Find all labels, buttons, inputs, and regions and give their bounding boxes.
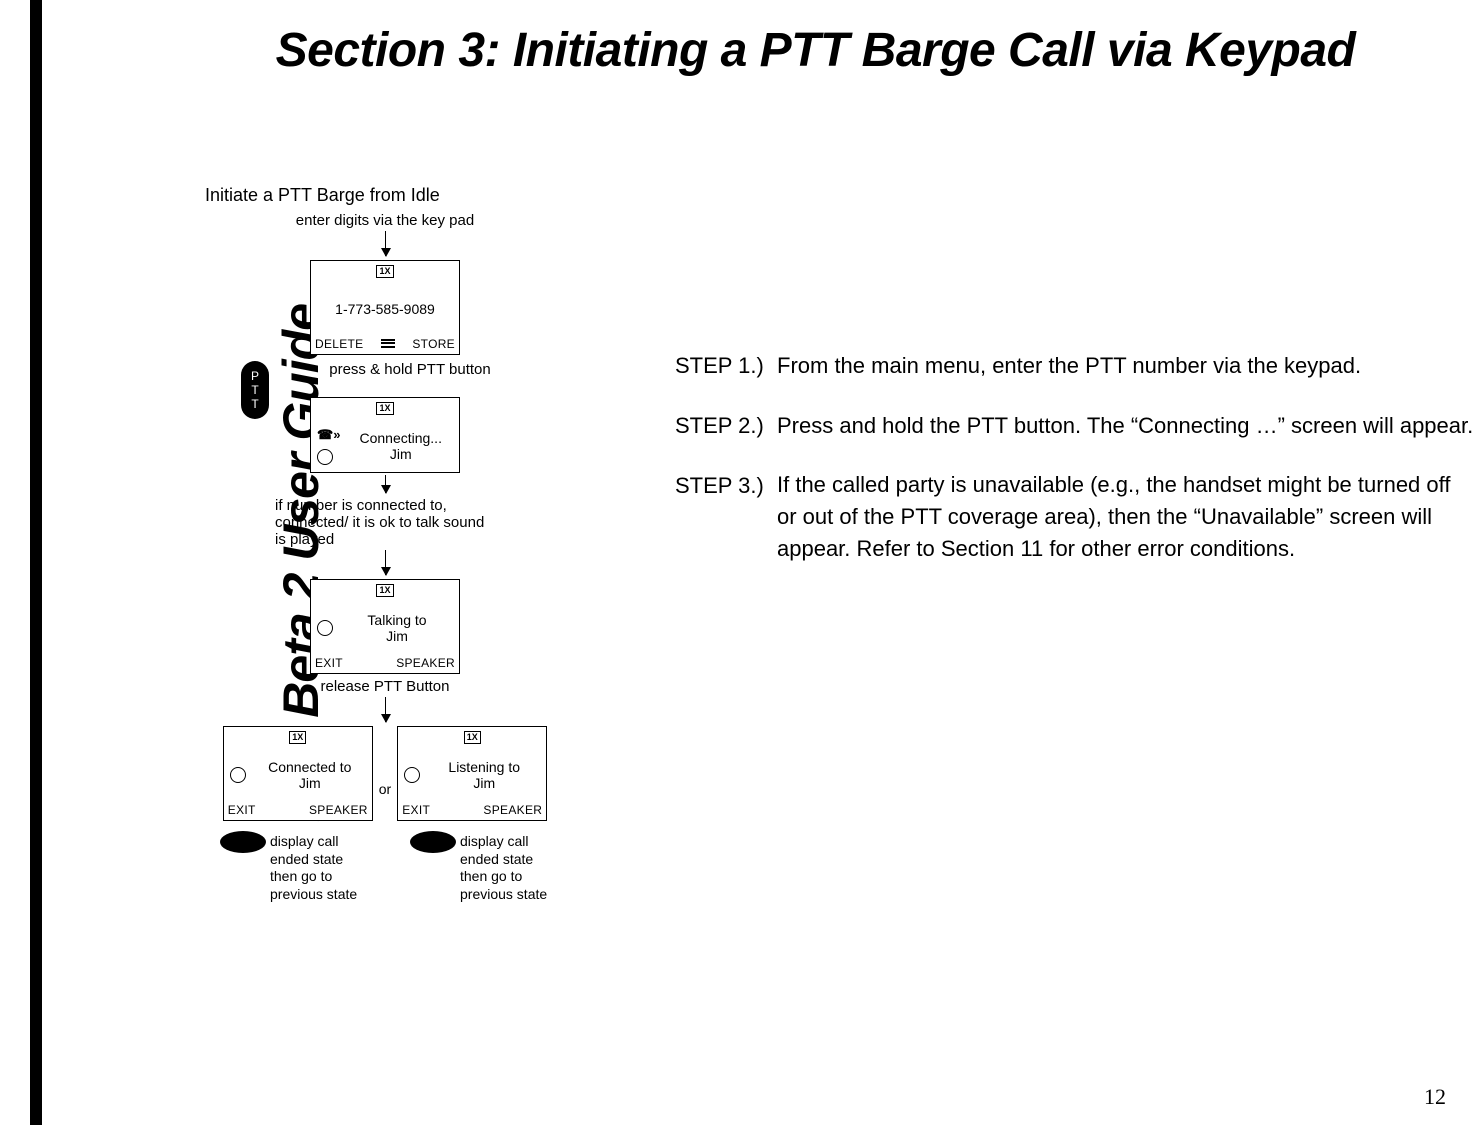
arrow-icon xyxy=(385,475,386,493)
face-listen-icon xyxy=(404,767,420,783)
step-item: STEP 2.) Press and hold the PTT button. … xyxy=(675,410,1475,442)
screen-line: Jim xyxy=(428,775,540,791)
screen-line: Talking to xyxy=(341,612,453,628)
sidebar: PTT Beta 2 User Guide xyxy=(0,0,140,1125)
softkey-speaker: SPEAKER xyxy=(309,803,368,817)
step-label: STEP 2.) xyxy=(675,413,764,438)
page-title: Section 3: Initiating a PTT Barge Call v… xyxy=(175,20,1456,82)
diagram-end-note: display call ended state then go to prev… xyxy=(210,833,370,903)
phone-screen-dial: 1X 1-773-585-9089 DELETE STORE xyxy=(310,260,460,355)
softkey-exit: EXIT xyxy=(315,656,343,670)
dialed-number: 1-773-585-9089 xyxy=(335,301,435,317)
diagram-step-release: release PTT Button xyxy=(205,678,565,695)
signal-1x-icon: 1X xyxy=(464,731,481,744)
softkey-speaker: SPEAKER xyxy=(483,803,542,817)
step-item: STEP 3.) If the called party is unavaila… xyxy=(675,470,1475,566)
diagram-note-connected: if number is connected to, connected/ it… xyxy=(275,497,495,548)
screen-line: Connected to xyxy=(254,759,366,775)
step-label: STEP 1.) xyxy=(675,353,764,378)
ptt-button-icon: PTT xyxy=(241,361,269,419)
face-talk-icon xyxy=(317,620,333,636)
sidebar-stripe xyxy=(30,0,42,1125)
face-idle-icon xyxy=(230,767,246,783)
phone-screen-listening: 1X Listening to Jim EXIT SPEAKER xyxy=(397,726,547,821)
diagram-or-label: or xyxy=(379,751,391,797)
screen-line: Listening to xyxy=(428,759,540,775)
screen-line: Jim xyxy=(341,628,453,644)
arrow-icon xyxy=(385,550,386,575)
flow-diagram: Initiate a PTT Barge from Idle enter dig… xyxy=(205,185,565,903)
diagram-end-note: display call ended state then go to prev… xyxy=(400,833,560,903)
signal-1x-icon: 1X xyxy=(376,265,393,278)
softkey-exit: EXIT xyxy=(402,803,430,817)
step-item: STEP 1.) From the main menu, enter the P… xyxy=(675,350,1475,382)
arrow-icon xyxy=(385,231,386,256)
diagram-step-enter-digits: enter digits via the key pad xyxy=(205,212,565,229)
screen-line: Jim xyxy=(348,446,453,462)
softkey-delete: DELETE xyxy=(315,337,363,351)
phone-screen-connecting: 1X ☎» Connecting... Jim xyxy=(310,397,460,473)
softkey-store: STORE xyxy=(412,337,455,351)
step-label: STEP 3.) xyxy=(675,473,764,498)
signal-1x-icon: 1X xyxy=(376,584,393,597)
diagram-title: Initiate a PTT Barge from Idle xyxy=(205,185,565,206)
phone-screen-talking: 1X Talking to Jim EXIT SPEAKER xyxy=(310,579,460,674)
phone-out-icon: ☎» xyxy=(317,427,340,443)
steps-list: STEP 1.) From the main menu, enter the P… xyxy=(675,350,1475,593)
menu-icon xyxy=(381,337,395,351)
step-body: If the called party is unavailable (e.g.… xyxy=(675,469,1475,565)
softkey-exit: EXIT xyxy=(228,803,256,817)
step-body: Press and hold the PTT button. The “Conn… xyxy=(675,410,1475,442)
phone-screen-connected: 1X Connected to Jim EXIT SPEAKER xyxy=(223,726,373,821)
screen-line: Connecting... xyxy=(348,430,453,446)
softkey-speaker: SPEAKER xyxy=(396,656,455,670)
arrow-icon xyxy=(385,697,386,722)
signal-1x-icon: 1X xyxy=(289,731,306,744)
page-number: 12 xyxy=(1424,1084,1446,1110)
step-body: From the main menu, enter the PTT number… xyxy=(675,350,1475,382)
screen-line: Jim xyxy=(254,775,366,791)
signal-1x-icon: 1X xyxy=(376,402,393,415)
face-icon xyxy=(317,449,333,465)
